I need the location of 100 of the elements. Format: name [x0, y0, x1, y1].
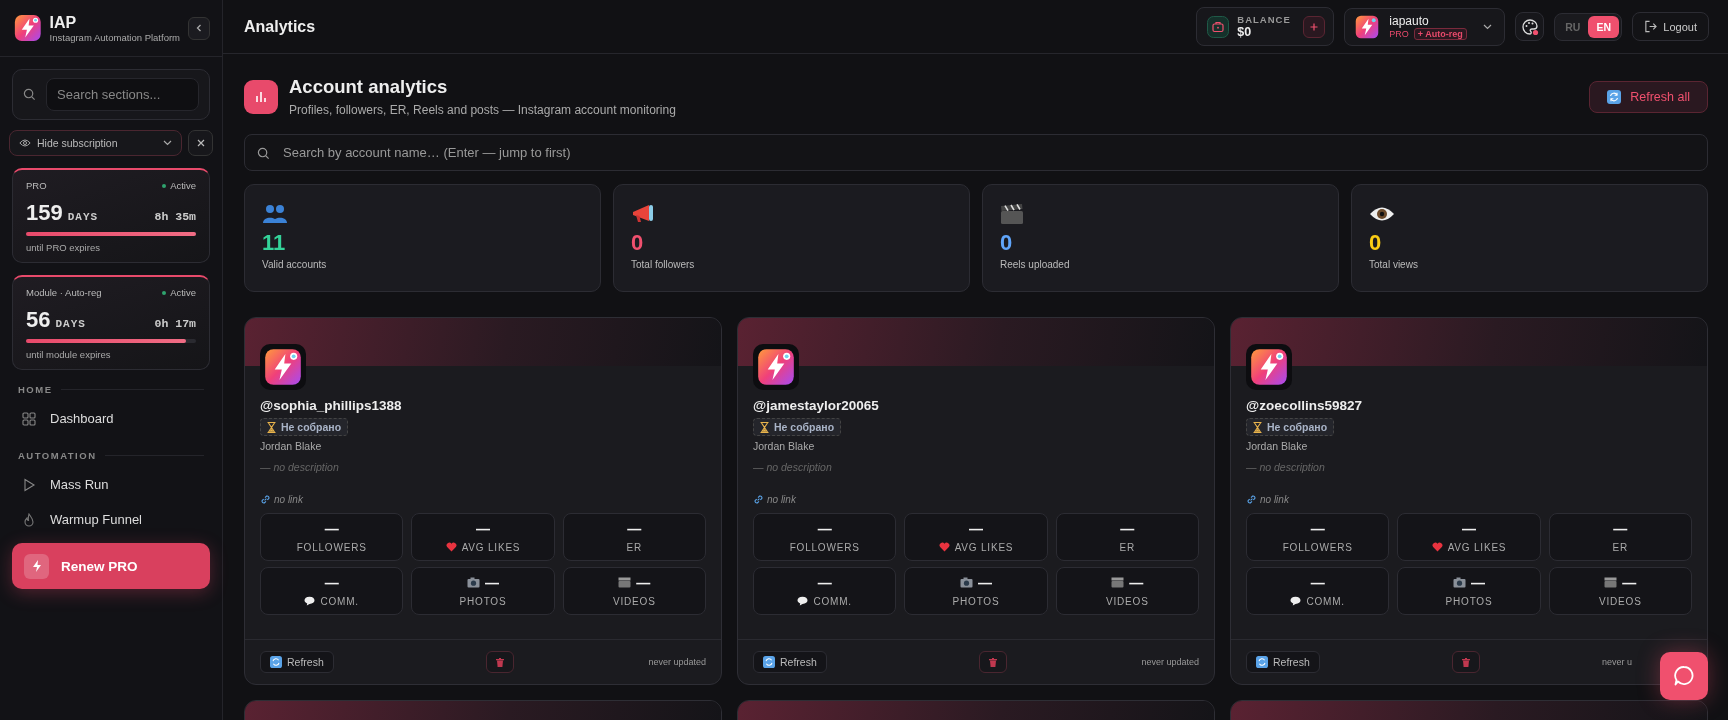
- metric-label: VIDEOS: [1106, 595, 1149, 607]
- metric-value: —: [324, 575, 339, 590]
- grid-icon: [22, 411, 36, 426]
- chevron-down-icon: [1483, 23, 1493, 30]
- days-unit: DAYS: [67, 211, 99, 223]
- refresh-button[interactable]: Refresh: [1246, 651, 1320, 673]
- status-label: Active: [162, 180, 196, 191]
- metric-label: VIDEOS: [1599, 595, 1642, 607]
- owner-name: Jordan Blake: [1246, 440, 1308, 452]
- delete-button[interactable]: [978, 651, 1007, 673]
- metric-label: AVG LIKES: [461, 541, 521, 553]
- metric-value: —: [636, 575, 651, 590]
- hide-subscription-dropdown[interactable]: Hide subscription: [9, 130, 182, 156]
- search-field[interactable]: Search sections...: [46, 78, 199, 111]
- plan-label: PRO: [1389, 28, 1409, 39]
- account-handle: @sophia_phillips1388: [260, 398, 402, 413]
- speech-bubble-icon: [797, 596, 809, 606]
- metric-label: PHOTOS: [1445, 595, 1493, 607]
- section-heading: HOME: [18, 384, 53, 395]
- nav-item[interactable]: Warmup Funnel: [12, 502, 210, 537]
- app-subtitle: Instagram Automation Platform: [49, 31, 180, 43]
- metric-value: —: [1129, 575, 1144, 590]
- account-description: — no description: [753, 461, 832, 473]
- delete-button[interactable]: [485, 651, 514, 673]
- close-icon: [196, 139, 205, 147]
- flame-icon: [22, 512, 36, 527]
- metric-label: ER: [1612, 541, 1629, 553]
- metric-label: ER: [626, 541, 643, 553]
- metric-label: PHOTOS: [459, 595, 507, 607]
- metric-label: AVG LIKES: [954, 541, 1014, 553]
- refresh-button[interactable]: Refresh: [753, 651, 827, 673]
- search-icon: [257, 147, 270, 160]
- app-title: IAP: [49, 13, 78, 32]
- expiry-caption: until module expires: [26, 349, 112, 360]
- metric-value: —: [324, 521, 339, 536]
- renew-pro-button[interactable]: Renew PRO: [12, 543, 210, 589]
- hourglass-icon: [760, 421, 769, 433]
- account-menu[interactable]: iapauto PRO + Auto-reg: [1344, 7, 1506, 46]
- time-remaining: 0h 17m: [154, 317, 196, 330]
- chevron-left-icon: [195, 23, 203, 33]
- last-updated-text: never u: [1601, 657, 1633, 667]
- account-search-field[interactable]: Search by account name… (Enter — jump to first): [244, 134, 1708, 171]
- metric-label: COMM.: [1306, 595, 1345, 607]
- clapperboard-icon: [1111, 577, 1125, 588]
- camera-icon: [467, 577, 480, 588]
- refresh-icon: [1256, 656, 1268, 668]
- metric-value: —: [978, 575, 992, 590]
- stat-label: Valid accounts: [262, 259, 327, 271]
- metric-label: FOLLOWERS: [1282, 541, 1353, 553]
- close-button[interactable]: [188, 130, 213, 156]
- account-handle: @jamestaylor20065: [753, 398, 879, 413]
- chevron-down-icon: [163, 140, 172, 146]
- status-badge: Не собрано: [1246, 418, 1335, 436]
- metric-label: COMM.: [320, 595, 359, 607]
- status-badge: Не собрано: [753, 418, 842, 436]
- palette-icon: [1520, 17, 1539, 36]
- metric-value: —: [1622, 575, 1637, 590]
- logout-button[interactable]: Logout: [1632, 12, 1709, 41]
- days-count: 159: [26, 200, 63, 226]
- add-funds-button[interactable]: [1303, 15, 1326, 38]
- owner-name: Jordan Blake: [753, 440, 815, 452]
- owner-name: Jordan Blake: [260, 440, 322, 452]
- status-badge: Не собрано: [260, 418, 349, 436]
- metric-value: —: [1120, 521, 1135, 536]
- status-label: Active: [162, 287, 196, 298]
- nav-item[interactable]: Dashboard: [12, 401, 210, 436]
- metric-value: —: [1471, 575, 1485, 590]
- metric-label: COMM.: [813, 595, 852, 607]
- plus-icon: [1310, 22, 1319, 31]
- time-remaining: 8h 35m: [154, 210, 196, 223]
- metric-value: —: [476, 521, 490, 536]
- search-icon: [23, 88, 36, 101]
- refresh-icon: [1607, 89, 1622, 104]
- stat-value: 11: [262, 231, 286, 256]
- balance-value: $0: [1237, 25, 1253, 39]
- metric-label: ER: [1119, 541, 1136, 553]
- metric-value: —: [1310, 575, 1325, 590]
- trash-icon: [495, 657, 504, 667]
- metric-value: —: [627, 521, 642, 536]
- chat-icon: [1673, 665, 1695, 687]
- app-logo-icon: [14, 12, 42, 44]
- refresh-button[interactable]: Refresh: [260, 651, 334, 673]
- heart-icon: [1431, 542, 1443, 552]
- nav-item[interactable]: Mass Run: [12, 467, 210, 502]
- palette-button[interactable]: [1515, 12, 1545, 41]
- metric-label: FOLLOWERS: [296, 541, 367, 553]
- delete-button[interactable]: [1451, 651, 1480, 673]
- speech-bubble-icon: [304, 596, 316, 606]
- plan-name: Module · Auto-reg: [26, 287, 102, 298]
- avatar-icon: [1355, 14, 1380, 39]
- chat-button[interactable]: [1660, 652, 1708, 700]
- link-icon: [260, 494, 271, 505]
- avatar-icon: [757, 348, 795, 386]
- speech-bubble-icon: [1290, 596, 1302, 606]
- heart-icon: [938, 542, 950, 552]
- section-subtitle: Profiles, followers, ER, Reels and posts — Instagram account monitoring: [289, 103, 677, 117]
- collapse-button[interactable]: [188, 16, 210, 40]
- refresh-all-button[interactable]: Refresh all: [1589, 80, 1708, 113]
- avatar-icon: [1250, 348, 1288, 386]
- account-description: — no description: [1246, 461, 1325, 473]
